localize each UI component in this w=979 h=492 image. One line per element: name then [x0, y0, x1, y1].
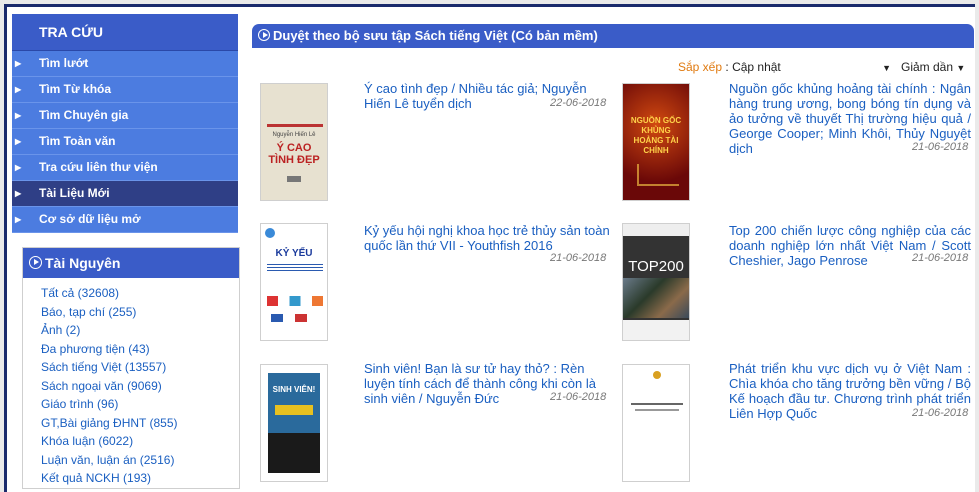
sidebar-header: TRA CỨU	[12, 14, 238, 51]
book-cover[interactable]	[622, 364, 690, 482]
sort-select[interactable]: Cập nhật	[732, 60, 882, 74]
cover-title: KỶ YẾU	[275, 248, 313, 259]
resource-link[interactable]: Báo, tạp chí (255)	[41, 303, 239, 322]
sidebar-item-label: Tìm Chuyên gia	[39, 108, 129, 122]
resource-link[interactable]: Giáo trình (96)	[41, 395, 239, 414]
sort-bar: Sắp xếp : Cập nhật ▼ Giảm dần ▼	[678, 60, 966, 74]
resource-link[interactable]: Luận văn, luận án (2516)	[41, 451, 239, 470]
sidebar-item-label: Tìm Toàn văn	[39, 134, 116, 148]
cover-title: Ý CAO TÌNH ĐẸP	[268, 142, 320, 166]
chevron-right-icon: ▶	[15, 215, 22, 224]
book-cover[interactable]: TOP200	[622, 223, 690, 341]
cover-title: SINH VIÊN!	[272, 385, 316, 394]
sidebar-item-label: Tra cứu liên thư viện	[39, 160, 158, 174]
resource-link[interactable]: Tất cả (32608)	[41, 284, 239, 303]
order-select[interactable]: Giảm dần	[901, 60, 953, 74]
resource-link[interactable]: Sách tiếng Việt (13557)	[41, 358, 239, 377]
resource-link[interactable]: Đa phương tiện (43)	[41, 340, 239, 359]
chevron-down-icon[interactable]: ▼	[956, 63, 965, 73]
resources-panel: Tài Nguyên Tất cả (32608) Báo, tạp chí (…	[22, 247, 240, 489]
book-date: 21-06-2018	[550, 252, 607, 264]
chevron-right-icon: ▶	[15, 163, 22, 172]
book-cover[interactable]: Nguyễn Hiến Lê Ý CAO TÌNH ĐẸP	[260, 83, 328, 201]
sidebar: TRA CỨU ▶ Tìm lướt ▶ Tìm Từ khóa ▶ Tìm Chuy…	[12, 14, 240, 489]
sidebar-item-label: Cơ sở dữ liệu mở	[39, 212, 141, 226]
sidebar-item-tra-cuu-lien-thu-vien[interactable]: ▶ Tra cứu liên thư viện	[12, 155, 238, 181]
play-circle-icon	[258, 29, 270, 41]
book-date: 21-06-2018	[912, 141, 969, 153]
sidebar-item-tim-toan-van[interactable]: ▶ Tìm Toàn văn	[12, 129, 238, 155]
chevron-right-icon: ▶	[15, 111, 22, 120]
book-date: 21-06-2018	[912, 252, 969, 264]
sidebar-item-co-so-du-lieu-mo[interactable]: ▶ Cơ sở dữ liệu mở	[12, 207, 238, 233]
cover-title: NGUỒN GỐC KHỦNG HOẢNG TÀI CHÍNH	[630, 116, 682, 155]
chevron-right-icon: ▶	[15, 85, 22, 94]
book-title-link[interactable]: Kỷ yếu hội nghị khoa học trẻ thủy sản to…	[364, 223, 612, 253]
resources-header: Tài Nguyên	[23, 248, 239, 278]
sort-label: Sắp xếp	[678, 60, 723, 74]
resource-link[interactable]: GT,Bài giảng ĐHNT (855)	[41, 414, 239, 433]
resources-list: Tất cả (32608) Báo, tạp chí (255) Ảnh (2…	[23, 278, 239, 488]
chevron-down-icon[interactable]: ▼	[882, 63, 891, 73]
chevron-right-icon: ▶	[15, 189, 22, 198]
book-cover[interactable]: SINH VIÊN!	[260, 364, 328, 482]
resource-link[interactable]: Ảnh (2)	[41, 321, 239, 340]
book-date: 21-06-2018	[550, 391, 607, 403]
chevron-right-icon: ▶	[15, 59, 22, 68]
resource-link[interactable]: Khóa luận (6022)	[41, 432, 239, 451]
resource-link[interactable]: Kết quả NCKH (193)	[41, 469, 239, 488]
sidebar-item-tim-tu-khoa[interactable]: ▶ Tìm Từ khóa	[12, 77, 238, 103]
main-panel: Duyệt theo bộ sưu tập Sách tiếng Việt (C…	[252, 24, 974, 482]
sidebar-item-label: Tìm Từ khóa	[39, 82, 112, 96]
sidebar-item-tim-luot[interactable]: ▶ Tìm lướt	[12, 51, 238, 77]
sidebar-item-label: Tài Liệu Mới	[39, 186, 110, 200]
resource-link[interactable]: Sách ngoại văn (9069)	[41, 377, 239, 396]
book-date: 22-06-2018	[550, 97, 607, 109]
main-header: Duyệt theo bộ sưu tập Sách tiếng Việt (C…	[252, 24, 974, 48]
book-cover[interactable]: KỶ YẾU	[260, 223, 328, 341]
book-cover[interactable]: NGUỒN GỐC KHỦNG HOẢNG TÀI CHÍNH	[622, 83, 690, 201]
sidebar-item-tai-lieu-moi[interactable]: ▶ Tài Liệu Mới	[12, 181, 238, 207]
play-circle-icon	[29, 256, 42, 269]
book-date: 21-06-2018	[912, 407, 969, 419]
sidebar-item-tim-chuyen-gia[interactable]: ▶ Tìm Chuyên gia	[12, 103, 238, 129]
chevron-right-icon: ▶	[15, 137, 22, 146]
cover-author: Nguyễn Hiến Lê	[272, 132, 316, 138]
sidebar-item-label: Tìm lướt	[39, 56, 89, 70]
cover-title: TOP200	[628, 258, 684, 275]
